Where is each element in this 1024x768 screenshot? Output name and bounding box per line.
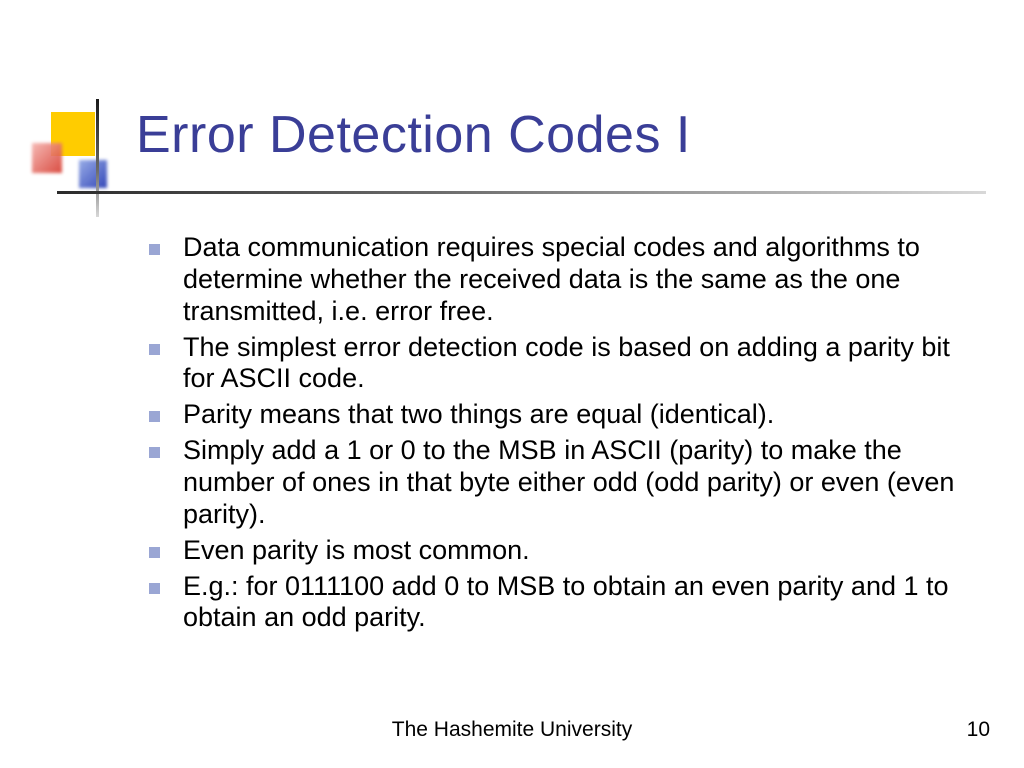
decor-square-red [32,143,62,173]
slide: Error Detection Codes I Data communicati… [0,0,1024,768]
list-item: Simply add a 1 or 0 to the MSB in ASCII … [145,435,975,531]
footer-organization: The Hashemite University [0,718,1024,742]
slide-body: Data communication requires special code… [145,232,975,638]
decor-rule-horizontal [57,191,986,194]
list-item: Even parity is most common. [145,535,975,567]
list-item: E.g.: for 0111100 add 0 to MSB to obtain… [145,571,975,635]
slide-title: Error Detection Codes I [136,105,691,165]
list-item: The simplest error detection code is bas… [145,332,975,396]
decor-square-blue [79,160,107,188]
footer-page-number: 10 [967,718,990,742]
bullet-list: Data communication requires special code… [145,232,975,634]
list-item: Data communication requires special code… [145,232,975,328]
decor-rule-vertical [96,99,99,217]
list-item: Parity means that two things are equal (… [145,399,975,431]
